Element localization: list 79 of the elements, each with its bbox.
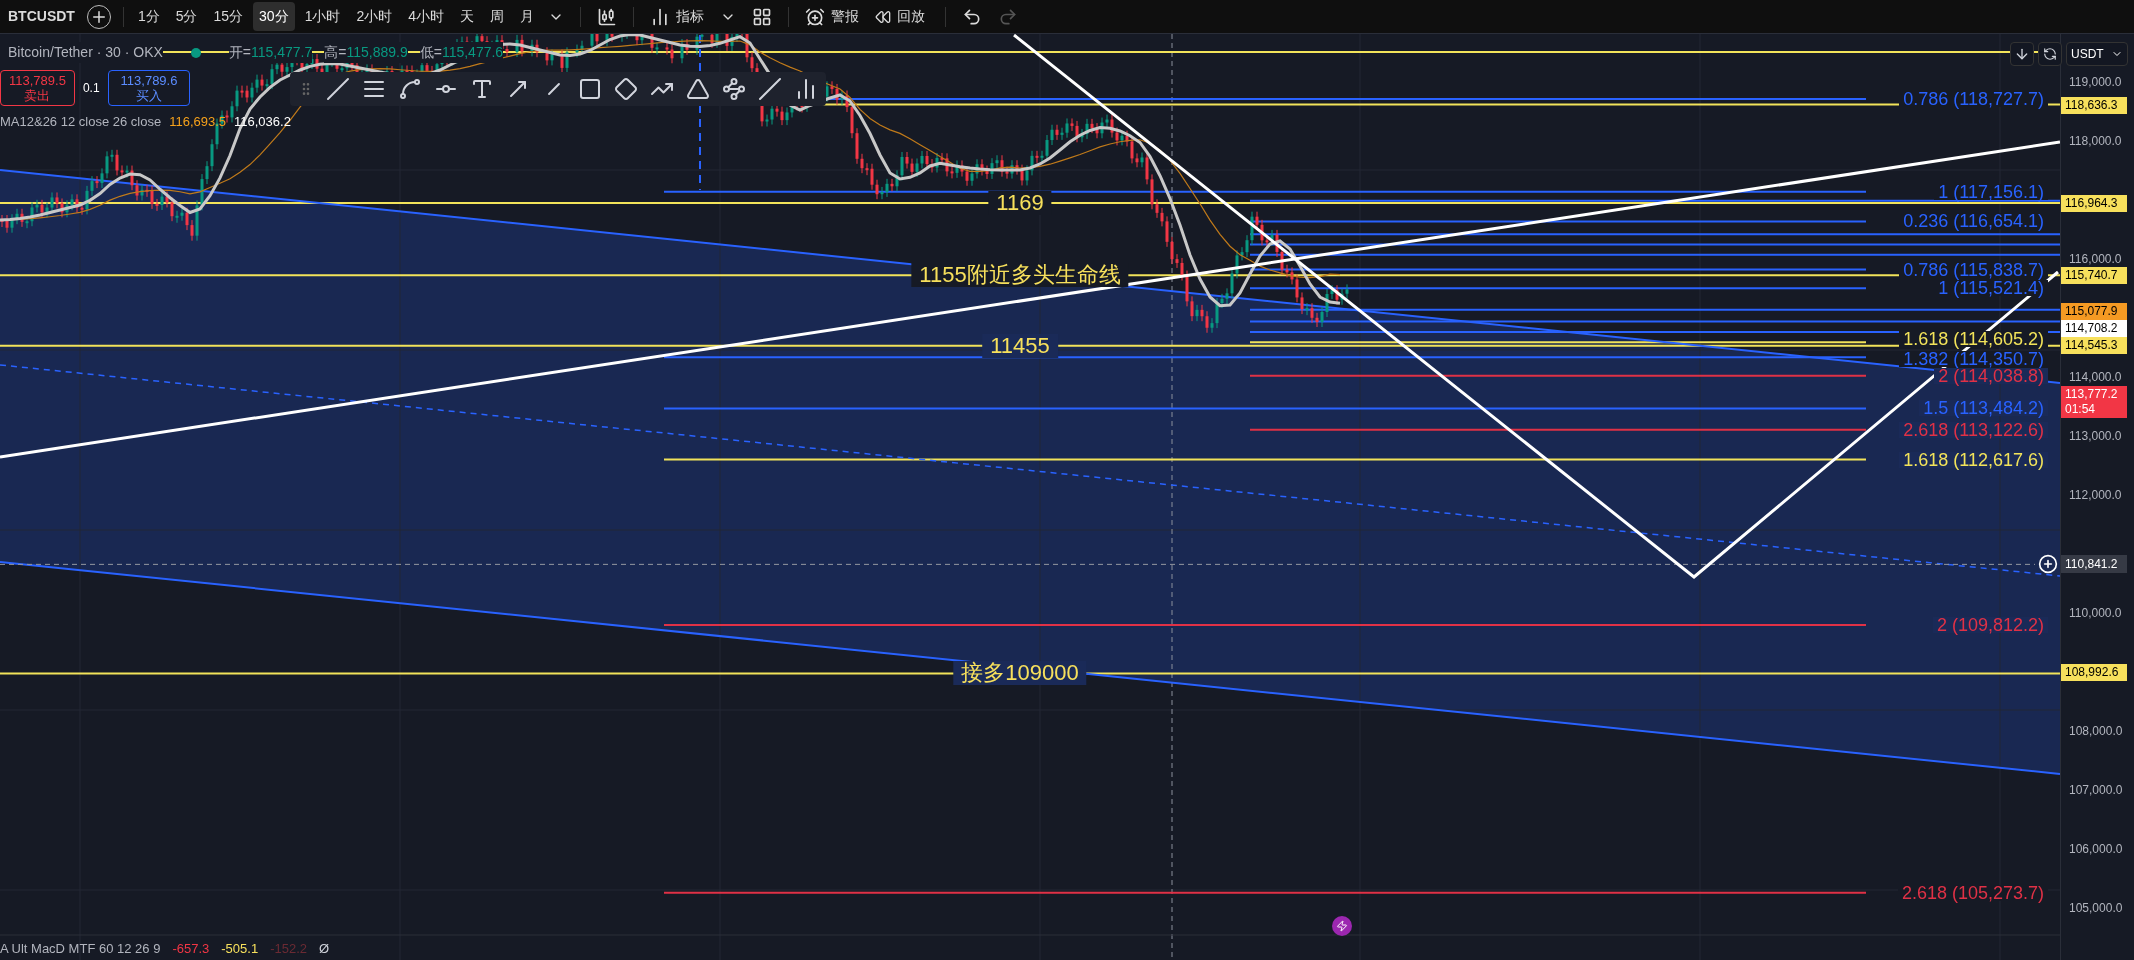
price-tag: 114,545.3	[2061, 337, 2127, 354]
ohlc-label: 开=	[228, 43, 252, 62]
buy-button[interactable]: 113,789.6 买入	[107, 70, 191, 106]
symbol-title: Bitcoin/Tether · 30 · OKX	[0, 42, 163, 63]
price-tick: 107,000.0	[2069, 784, 2123, 796]
fib-level-label: 2 (109,812.2)	[1932, 617, 2048, 634]
price-tick: 108,000.0	[2069, 725, 2123, 737]
quantity-label: 0.1	[82, 80, 100, 97]
fib-level-label: 0.786 (118,727.7)	[1899, 91, 2048, 108]
price-tick: 114,000.0	[2069, 371, 2122, 383]
chart-annotation: 1169	[988, 191, 1052, 216]
macd-value: -505.1	[221, 939, 259, 958]
interval-tab[interactable]: 1分	[131, 2, 166, 31]
price-tick: 110,000.0	[2069, 607, 2122, 619]
interval-tab[interactable]: 5分	[169, 2, 204, 31]
interval-tab[interactable]: 1小时	[298, 2, 347, 31]
fib-level-label: 2.618 (105,273.7)	[1897, 884, 2048, 901]
chart-annotation: 11455	[982, 333, 1058, 358]
macd-indicator-label: A Ult MacD MTF 60 12 26 9	[0, 939, 161, 958]
fib-level-label: 1.618 (114,605.2)	[1899, 331, 2048, 348]
fib-level-label: 2 (114,038.8)	[1934, 367, 2048, 384]
price-tick: 118,000.0	[2069, 135, 2122, 147]
replay-button[interactable]: 回放	[867, 6, 934, 27]
chart-annotation: 接多109000	[953, 661, 1087, 686]
text-tool-icon[interactable]	[470, 77, 494, 101]
price-tick: 106,000.0	[2069, 843, 2123, 855]
ohlc-value: 115,477.6	[441, 43, 504, 62]
scroll-down-button[interactable]	[2010, 42, 2034, 66]
ohlc-value: 115,477.7	[251, 43, 313, 62]
interval-tab[interactable]: 周	[484, 2, 511, 31]
macd-value: -152.2	[270, 939, 308, 958]
currency-dropdown[interactable]: USDT	[2066, 42, 2128, 66]
rewind-icon	[875, 8, 892, 25]
price-tag: 113,777.2 01:54	[2061, 386, 2127, 418]
alert-button[interactable]: 警报	[801, 6, 864, 27]
indicators-button[interactable]: 指标	[646, 6, 709, 27]
interval-tab[interactable]: 2小时	[350, 2, 399, 31]
reset-button[interactable]	[2038, 42, 2062, 66]
price-tick: 112,000.0	[2069, 489, 2122, 501]
triangle-tool-icon[interactable]	[686, 77, 710, 101]
line-tool-icon[interactable]	[758, 77, 782, 101]
ohlc-label: 高=	[324, 43, 347, 62]
rectangle-tool-icon[interactable]	[578, 77, 602, 101]
price-tick: 119,000.0	[2069, 76, 2122, 88]
sell-button[interactable]: 113,789.5 卖出	[0, 70, 75, 106]
ma-value: 116,693.5	[169, 113, 227, 131]
price-tag: 108,992.6	[2061, 664, 2127, 681]
line-tool-icon[interactable]	[326, 77, 350, 101]
chart-annotation: 1155附近多头生命线	[911, 263, 1129, 288]
diamond-tool-icon[interactable]	[614, 77, 638, 101]
price-tick: 105,000.0	[2069, 902, 2123, 914]
fib-level-label: 1.5 (113,484.2)	[1919, 400, 2048, 417]
crosshair-plus-icon[interactable]	[2038, 554, 2058, 575]
alarm-clock-icon	[805, 6, 826, 27]
price-tag: 114,708.2	[2061, 320, 2127, 337]
price-tag: 115,077.9	[2061, 303, 2127, 320]
price-tag: 116,964.3	[2061, 195, 2127, 212]
macd-value: -657.3	[172, 939, 210, 958]
interval-tab[interactable]: 天	[454, 2, 481, 31]
candlestick-icon[interactable]	[597, 6, 618, 27]
ohlc-value: 115,889.9	[346, 43, 408, 62]
ray-tool-icon[interactable]	[398, 77, 422, 101]
symbol-button[interactable]: BTCUSDT	[4, 6, 79, 27]
interval-tab[interactable]: 月	[514, 2, 541, 31]
ohlc-label: 低=	[419, 43, 442, 62]
fib-level-label: 0.786 (115,838.7)	[1899, 261, 2048, 278]
price-tag: 115,740.7	[2061, 267, 2127, 284]
price-tick: 116,000.0	[2069, 253, 2122, 265]
crosshair-price-tag: 110,841.2	[2061, 555, 2127, 574]
fib-level-label: 1 (117,156.1)	[1934, 183, 2048, 200]
interval-tab[interactable]: 30分	[253, 2, 295, 31]
price-tag: 118,636.3	[2061, 97, 2127, 114]
refresh-icon	[2043, 47, 2057, 61]
grid-icon[interactable]	[752, 6, 773, 27]
price-tick: 113,000.0	[2069, 430, 2122, 442]
interval-tab[interactable]: 15分	[207, 2, 250, 31]
macd-extra-value: Ø	[319, 939, 330, 958]
ma-indicator-label: MA12&26 12 close 26 close	[0, 113, 162, 131]
interval-tab[interactable]: 4小时	[402, 2, 451, 31]
